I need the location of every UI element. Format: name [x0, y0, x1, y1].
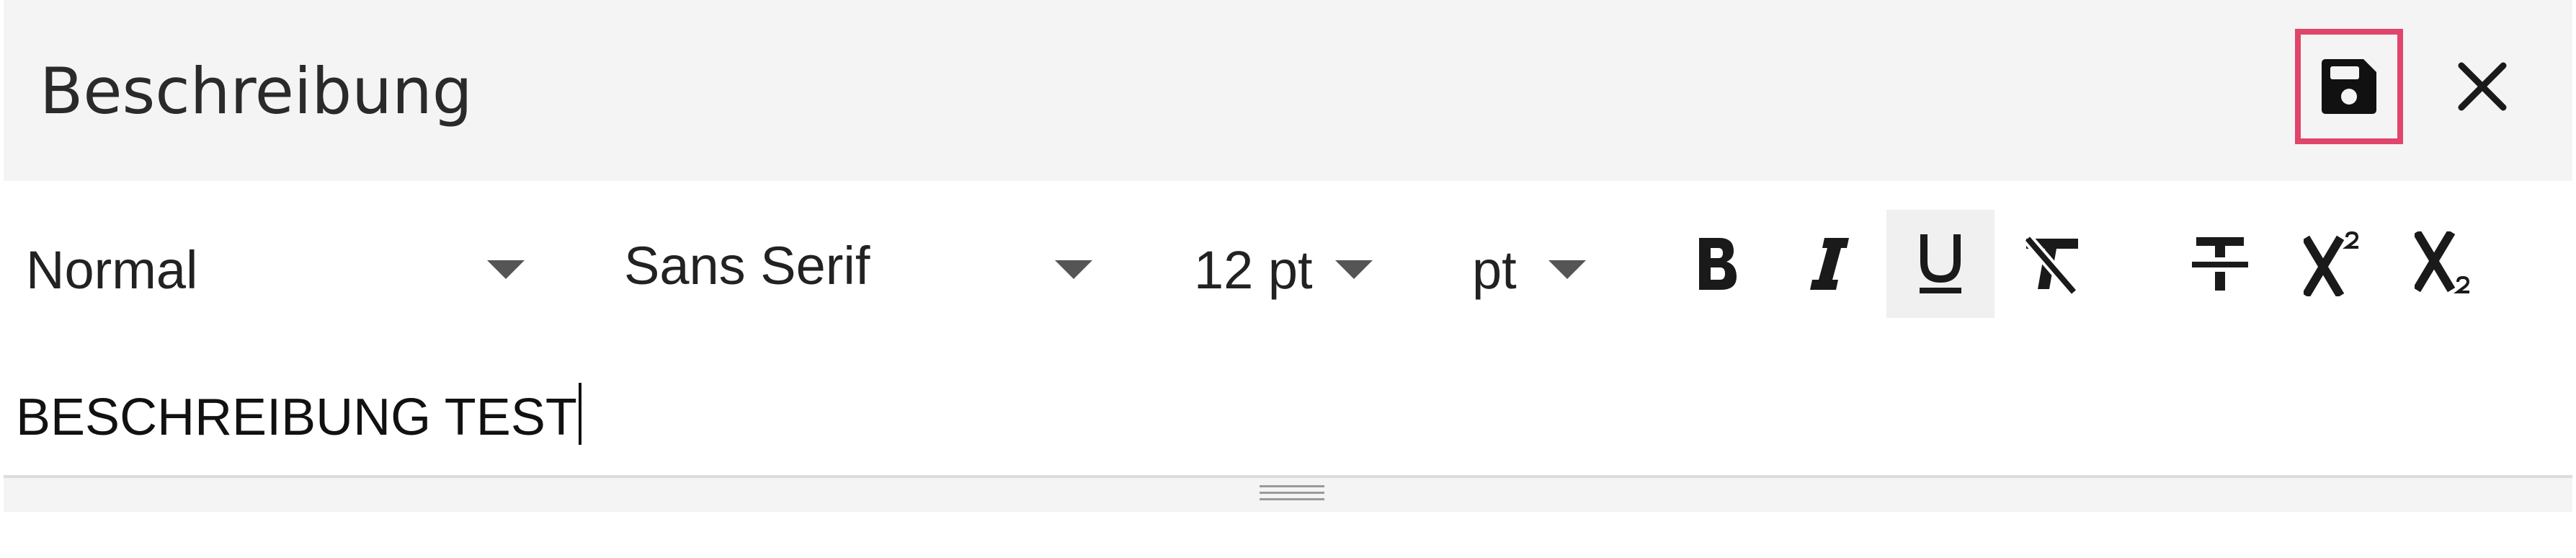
font-family-dropdown[interactable]: Sans Serif: [624, 233, 1100, 298]
chevron-down-icon: [1055, 260, 1092, 279]
floppy-disk-icon: [2322, 59, 2376, 114]
unit-dropdown[interactable]: pt: [1472, 237, 1595, 302]
formatting-toolbar: Normal Sans Serif 12 pt pt: [0, 181, 2576, 347]
bold-button[interactable]: [1663, 210, 1771, 318]
chevron-down-icon: [1548, 260, 1586, 279]
clear-format-icon: [2023, 234, 2079, 295]
font-size-dropdown[interactable]: 12 pt: [1194, 237, 1381, 302]
font-family-value: Sans Serif: [624, 235, 870, 296]
resize-bar: [4, 478, 2572, 512]
strikethrough-icon: [2192, 237, 2248, 291]
underline-icon: [1920, 234, 1961, 293]
close-button[interactable]: [2439, 40, 2526, 133]
clear-format-button[interactable]: [1997, 210, 2105, 318]
close-icon: [2458, 62, 2507, 111]
dialog-header: Beschreibung: [4, 0, 2572, 181]
text-cursor: [578, 383, 581, 445]
font-size-value: 12 pt: [1194, 239, 1313, 300]
dialog-title: Beschreibung: [40, 54, 473, 128]
bold-icon: [1699, 238, 1737, 290]
superscript-icon: [2304, 231, 2359, 296]
rich-text-editor[interactable]: BESCHREIBUNG TEST: [0, 347, 2576, 477]
editor-text: BESCHREIBUNG TEST: [16, 389, 577, 446]
superscript-button[interactable]: [2284, 210, 2392, 318]
block-format-value: Normal: [26, 239, 198, 300]
subscript-button[interactable]: [2395, 210, 2503, 318]
save-button[interactable]: [2295, 29, 2403, 144]
editor-content[interactable]: BESCHREIBUNG TEST: [16, 383, 581, 450]
underline-button[interactable]: [1886, 210, 1995, 318]
chevron-down-icon: [487, 260, 525, 279]
italic-button[interactable]: [1774, 210, 1882, 318]
unit-value: pt: [1472, 239, 1517, 300]
italic-icon: [1810, 238, 1849, 290]
subscript-icon: [2415, 231, 2470, 293]
block-format-dropdown[interactable]: Normal: [26, 237, 530, 302]
chevron-down-icon: [1335, 260, 1373, 279]
resize-handle[interactable]: [1260, 485, 1324, 502]
strikethrough-button[interactable]: [2166, 210, 2274, 318]
